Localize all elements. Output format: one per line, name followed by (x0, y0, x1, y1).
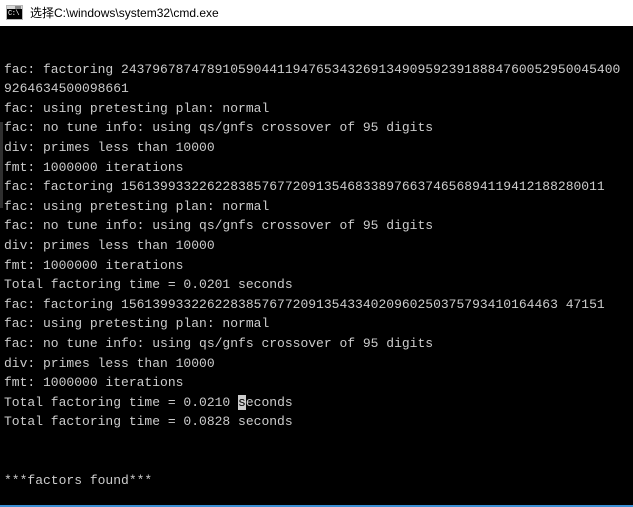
cmd-window: C:\ 选择C:\windows\system32\cmd.exe fac: f… (0, 0, 633, 507)
window-title: 选择C:\windows\system32\cmd.exe (30, 5, 219, 20)
console-line: fmt: 1000000 iterations (4, 159, 184, 175)
console-output-area[interactable]: fac: factoring 2437967874789105904411947… (0, 26, 633, 507)
console-line: 9264634500098661 (4, 81, 129, 97)
console-line: div: primes less than 10000 (4, 139, 215, 155)
scrollbar-thumb[interactable] (0, 122, 3, 208)
window-titlebar[interactable]: C:\ 选择C:\windows\system32\cmd.exe (0, 0, 633, 26)
console-line: fac: factoring 2437967874789105904411947… (4, 61, 621, 77)
console-line: ***factors found*** (4, 473, 153, 489)
console-text: fac: factoring 2437967874789105904411947… (4, 40, 633, 505)
console-line: fmt: 1000000 iterations (4, 375, 184, 391)
console-line: fac: using pretesting plan: normal (4, 100, 270, 116)
icon-buttons (15, 6, 21, 9)
icon-prompt-text: C:\ (8, 10, 20, 18)
console-line: Total factoring time = 0.0210 seconds (4, 394, 293, 410)
text-cursor: s (238, 394, 246, 410)
console-line: fac: using pretesting plan: normal (4, 316, 270, 332)
cmd-console-icon: C:\ (6, 5, 23, 20)
console-line: fac: no tune info: using qs/gnfs crossov… (4, 335, 434, 351)
console-line: Total factoring time = 0.0828 seconds (4, 414, 293, 430)
console-line: fac: factoring 1561399332262283857677209… (4, 179, 605, 195)
console-line: fac: no tune info: using qs/gnfs crossov… (4, 120, 434, 136)
console-line: fmt: 1000000 iterations (4, 257, 184, 273)
console-line: Total factoring time = 0.0201 seconds (4, 277, 293, 293)
console-line: div: primes less than 10000 (4, 237, 215, 253)
console-line: fac: no tune info: using qs/gnfs crossov… (4, 218, 434, 234)
console-line: div: primes less than 10000 (4, 355, 215, 371)
console-line: fac: using pretesting plan: normal (4, 198, 270, 214)
console-line: fac: factoring 1561399332262283857677209… (4, 296, 605, 312)
